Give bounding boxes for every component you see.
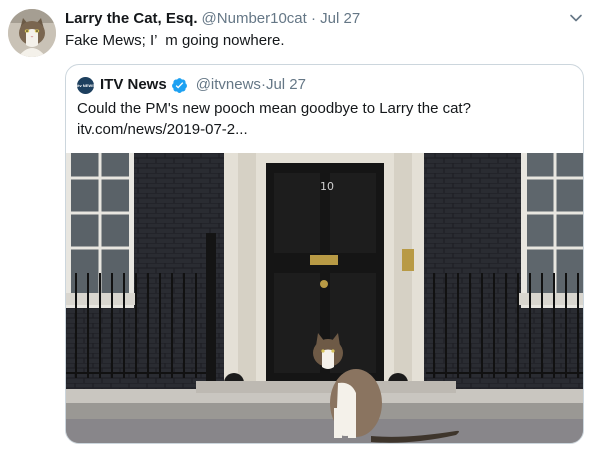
author-handle[interactable]: @Number10cat <box>202 10 307 27</box>
tweet[interactable]: Larry the Cat, Esq. @Number10cat · Jul 27… <box>0 0 600 461</box>
quoted-timestamp[interactable]: Jul 27 <box>266 75 306 95</box>
quoted-tweet[interactable]: itv NEWS ITV News @itvnews · Jul 27 Coul… <box>65 64 584 444</box>
verified-badge-icon <box>171 77 188 94</box>
separator-dot: · <box>306 10 321 27</box>
quoted-link[interactable]: itv.com/news/2019-07-2... <box>77 120 248 140</box>
chevron-down-icon[interactable] <box>568 10 584 26</box>
quoted-author-name[interactable]: ITV News <box>100 75 167 95</box>
avatar[interactable] <box>8 9 56 57</box>
tweet-timestamp[interactable]: Jul 27 <box>320 10 360 27</box>
itv-news-logo-icon: itv NEWS <box>77 76 95 94</box>
quoted-header: itv NEWS ITV News @itvnews · Jul 27 <box>77 75 306 95</box>
quoted-photo[interactable]: 10 <box>66 153 583 443</box>
author-name[interactable]: Larry the Cat, Esq. <box>65 10 198 27</box>
quoted-text: Could the PM's new pooch mean goodbye to… <box>77 100 471 117</box>
door-number: 10 <box>320 180 334 193</box>
quoted-author-handle[interactable]: @itvnews <box>196 75 261 95</box>
tweet-text: Fake Mews; I’ m going nowhere. <box>65 32 285 49</box>
tweet-header: Larry the Cat, Esq. @Number10cat · Jul 27 <box>65 9 360 29</box>
